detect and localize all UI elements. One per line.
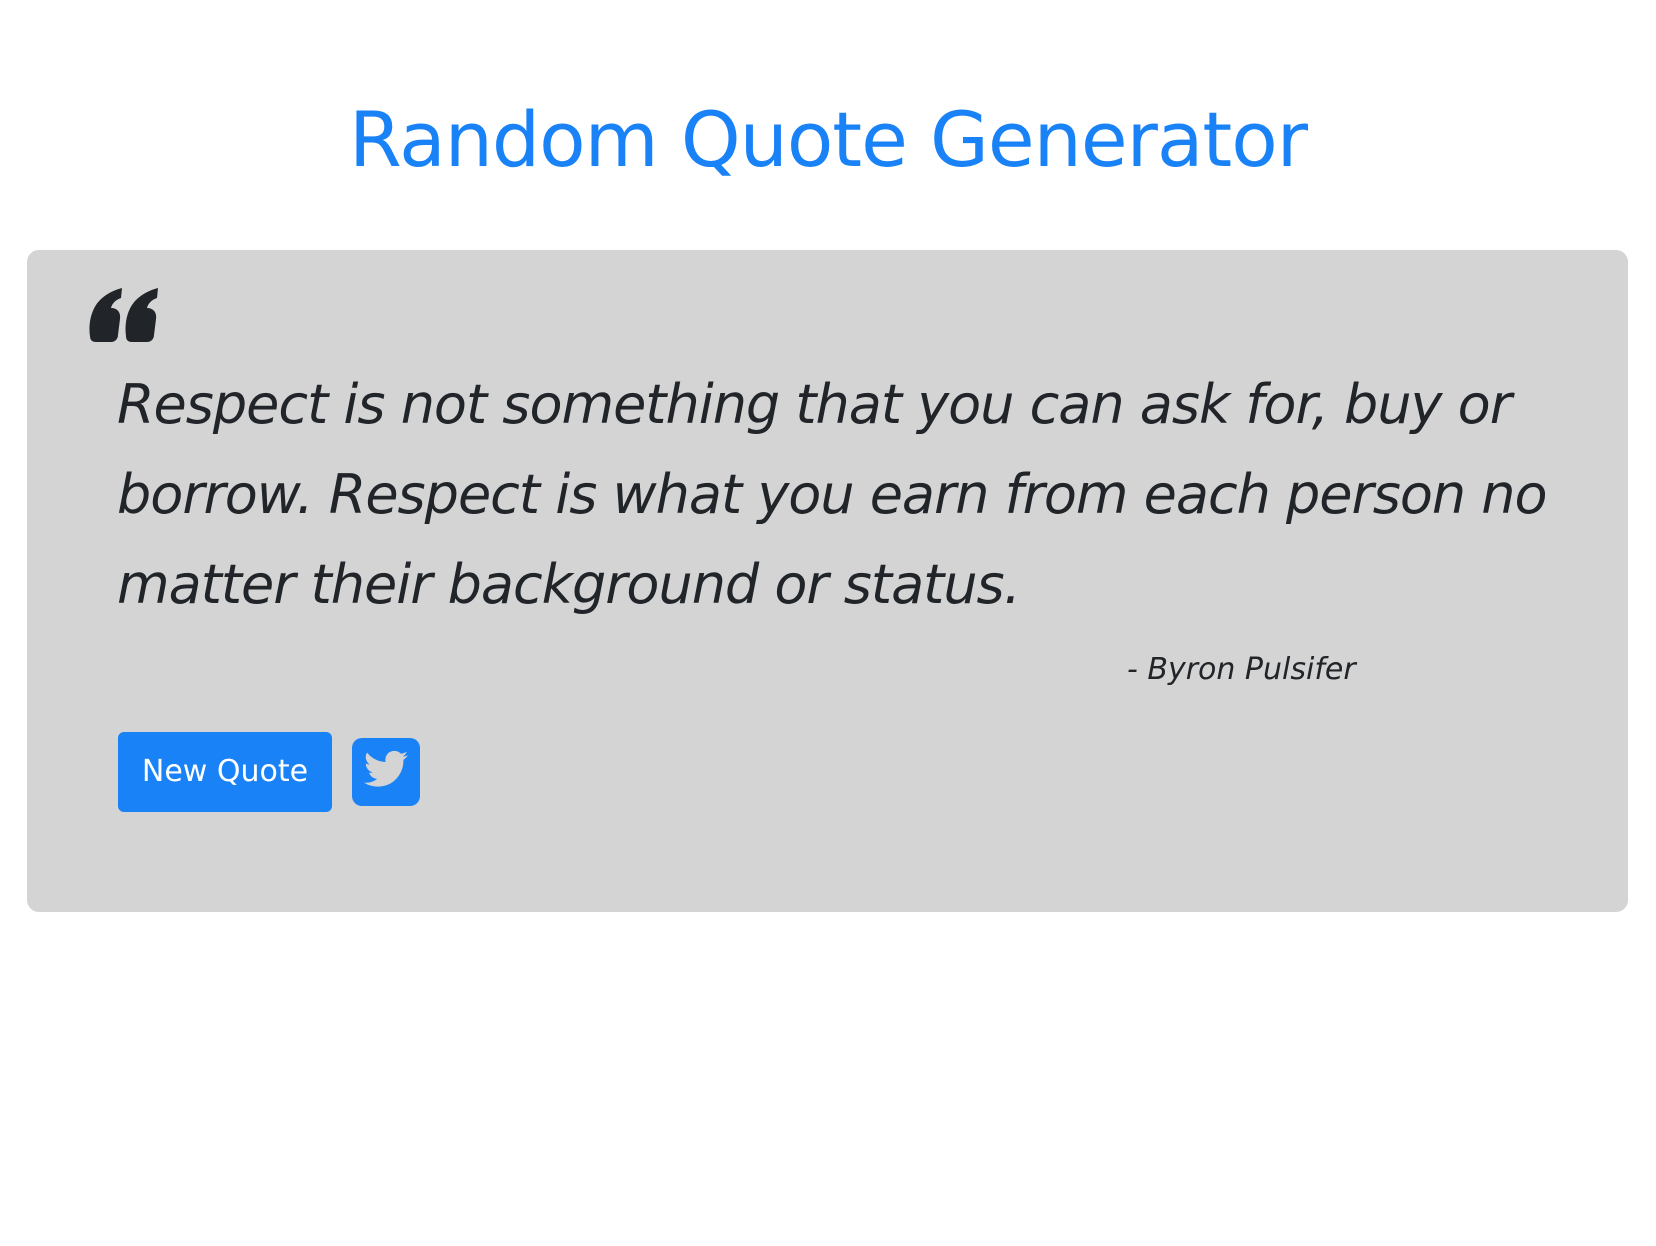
quote-left-icon	[88, 286, 160, 342]
quote-author: - Byron Pulsifer	[1127, 652, 1356, 687]
quote-text: Respect is not something that you can as…	[117, 373, 1548, 616]
twitter-icon	[362, 746, 410, 798]
quote-card: Respect is not something that you can as…	[27, 250, 1628, 912]
new-quote-button[interactable]: New Quote	[118, 732, 332, 812]
tweet-quote-button[interactable]	[352, 738, 420, 806]
page-title: Random Quote Generator	[349, 95, 1308, 184]
